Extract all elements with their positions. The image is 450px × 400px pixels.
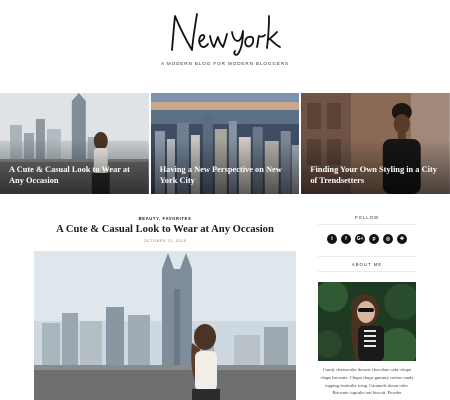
google-plus-icon[interactable]: G+ — [355, 234, 365, 244]
widget-divider — [318, 271, 416, 272]
post-title[interactable]: A Cute & Casual Look to Wear at Any Occa… — [34, 224, 296, 235]
featured-slide-title[interactable]: Having a New Perspective on New York Cit… — [160, 164, 292, 186]
site-tagline: A MODERN BLOG FOR MODERN BLOGGERS — [161, 61, 289, 66]
post-featured-image[interactable] — [34, 251, 296, 400]
site-logo[interactable] — [0, 10, 450, 56]
logo-script-lettering — [171, 13, 281, 56]
about-me-text: Candy cheesecake dessert chocolate cake … — [320, 367, 414, 396]
follow-widget-title: FOLLOW — [354, 215, 380, 220]
about-photo-woman — [318, 282, 416, 361]
widget-divider — [318, 256, 416, 257]
widget-divider — [318, 224, 416, 225]
post-date: OCTOBER 21, 2015 — [143, 238, 187, 243]
social-icons: t f G+ p ◎ ✚ — [327, 234, 413, 244]
bloglovin-icon[interactable]: ✚ — [397, 234, 407, 244]
pinterest-icon[interactable]: p — [369, 234, 379, 244]
instagram-icon[interactable]: ◎ — [383, 234, 393, 244]
featured-slider: A Cute & Casual Look to Wear at Any Occa… — [0, 93, 450, 194]
featured-slide[interactable]: Having a New Perspective on New York Cit… — [150, 93, 300, 194]
about-widget-title: ABOUT ME — [351, 262, 383, 267]
facebook-icon[interactable]: f — [341, 234, 351, 244]
featured-slide[interactable]: A Cute & Casual Look to Wear at Any Occa… — [0, 93, 149, 194]
about-me-photo — [318, 282, 416, 361]
featured-slide[interactable]: Finding Your Own Styling in a City of Tr… — [301, 93, 450, 194]
post-categories[interactable]: BEAUTY, FAVORITES — [34, 216, 296, 221]
featured-slide-title[interactable]: Finding Your Own Styling in a City of Tr… — [310, 164, 442, 186]
post-image-rooftop-woman — [34, 251, 296, 400]
featured-slide-title[interactable]: A Cute & Casual Look to Wear at Any Occa… — [9, 164, 141, 186]
twitter-icon[interactable]: t — [327, 234, 337, 244]
